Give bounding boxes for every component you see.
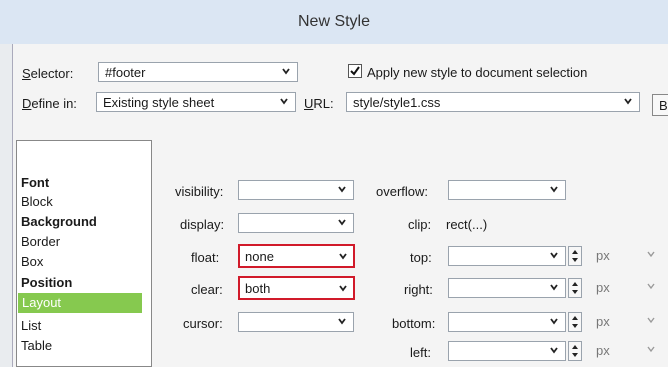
spin-up-icon [572, 282, 578, 286]
title-bar: New Style [0, 0, 668, 44]
left-label: left: [410, 345, 431, 360]
category-border[interactable]: Border [17, 232, 141, 252]
float-label: float: [191, 250, 220, 265]
float-value: none [245, 249, 274, 264]
chevron-down-icon [623, 96, 633, 106]
float-dropdown[interactable]: none [238, 244, 355, 268]
spin-down-icon [572, 324, 578, 328]
bottom-label: bottom: [392, 316, 436, 331]
cursor-label: cursor: [183, 316, 223, 331]
apply-style-checkbox[interactable] [348, 64, 362, 78]
category-table[interactable]: Table [17, 336, 141, 356]
window-title: New Style [297, 13, 371, 30]
category-list-item[interactable]: List [17, 316, 141, 336]
spin-up-icon [572, 316, 578, 320]
spin-down-icon [572, 258, 578, 262]
selector-label: Selector: [22, 66, 74, 81]
clear-value: both [245, 281, 271, 296]
chevron-down-icon [646, 315, 656, 325]
chevron-down-icon [338, 251, 348, 261]
category-block[interactable]: Block [17, 192, 141, 212]
visibility-dropdown[interactable] [238, 180, 354, 200]
chevron-down-icon [549, 184, 559, 194]
apply-style-label: Apply new style to document selection [367, 65, 588, 80]
left-unit: px [596, 343, 610, 358]
clear-label: clear: [191, 282, 223, 297]
spin-up-icon [572, 250, 578, 254]
define-in-value: Existing style sheet [103, 95, 215, 110]
chevron-down-icon [646, 344, 656, 354]
overflow-label: overflow: [376, 184, 429, 199]
left-dropdown[interactable] [448, 341, 566, 361]
right-unit: px [596, 280, 610, 295]
chevron-down-icon [279, 96, 289, 106]
display-label: display: [180, 217, 225, 232]
right-label: right: [404, 282, 433, 297]
browse-button[interactable]: B [652, 94, 668, 116]
top-unit-dropdown[interactable]: px [590, 246, 660, 266]
chevron-down-icon [338, 283, 348, 293]
clip-value: rect(...) [446, 217, 488, 232]
bottom-dropdown[interactable] [448, 312, 566, 332]
chevron-down-icon [549, 345, 559, 355]
bottom-unit: px [596, 314, 610, 329]
chevron-down-icon [549, 250, 559, 260]
chevron-down-icon [337, 184, 347, 194]
category-layout[interactable]: Layout [18, 293, 142, 313]
chevron-down-icon [337, 316, 347, 326]
category-background[interactable]: Background [17, 212, 141, 232]
spin-down-icon [572, 353, 578, 357]
chevron-down-icon [337, 217, 347, 227]
url-dropdown[interactable]: style/style1.css [346, 92, 640, 112]
browse-button-fragment: B [659, 98, 668, 113]
selector-dropdown[interactable]: #footer [98, 62, 298, 82]
bottom-spinner[interactable] [568, 312, 582, 332]
left-unit-dropdown[interactable]: px [590, 341, 660, 361]
chevron-down-icon [646, 281, 656, 291]
chevron-down-icon [549, 282, 559, 292]
display-dropdown[interactable] [238, 213, 354, 233]
top-spinner[interactable] [568, 246, 582, 266]
right-dropdown[interactable] [448, 278, 566, 298]
category-position[interactable]: Position [17, 273, 141, 293]
category-list[interactable]: Font Block Background Border Box Positio… [16, 140, 152, 367]
cursor-dropdown[interactable] [238, 312, 354, 332]
bottom-unit-dropdown[interactable]: px [590, 312, 660, 332]
checkmark-icon [350, 66, 360, 76]
top-dropdown[interactable] [448, 246, 566, 266]
category-font[interactable]: Font [17, 173, 141, 193]
overflow-dropdown[interactable] [448, 180, 566, 200]
right-spinner[interactable] [568, 278, 582, 298]
category-box[interactable]: Box [17, 252, 141, 272]
spin-down-icon [572, 290, 578, 294]
top-unit: px [596, 248, 610, 263]
clip-label: clip: [408, 217, 432, 232]
right-unit-dropdown[interactable]: px [590, 278, 660, 298]
top-label: top: [410, 250, 432, 265]
define-in-dropdown[interactable]: Existing style sheet [96, 92, 296, 112]
clear-dropdown[interactable]: both [238, 276, 355, 300]
url-value: style/style1.css [353, 95, 441, 110]
url-label: URL: [304, 96, 334, 111]
left-spinner[interactable] [568, 341, 582, 361]
visibility-label: visibility: [175, 184, 224, 199]
chevron-down-icon [549, 316, 559, 326]
define-in-label: Define in: [22, 96, 77, 111]
spin-up-icon [572, 345, 578, 349]
selector-value: #footer [105, 65, 146, 80]
chevron-down-icon [646, 249, 656, 259]
chevron-down-icon [281, 66, 291, 76]
